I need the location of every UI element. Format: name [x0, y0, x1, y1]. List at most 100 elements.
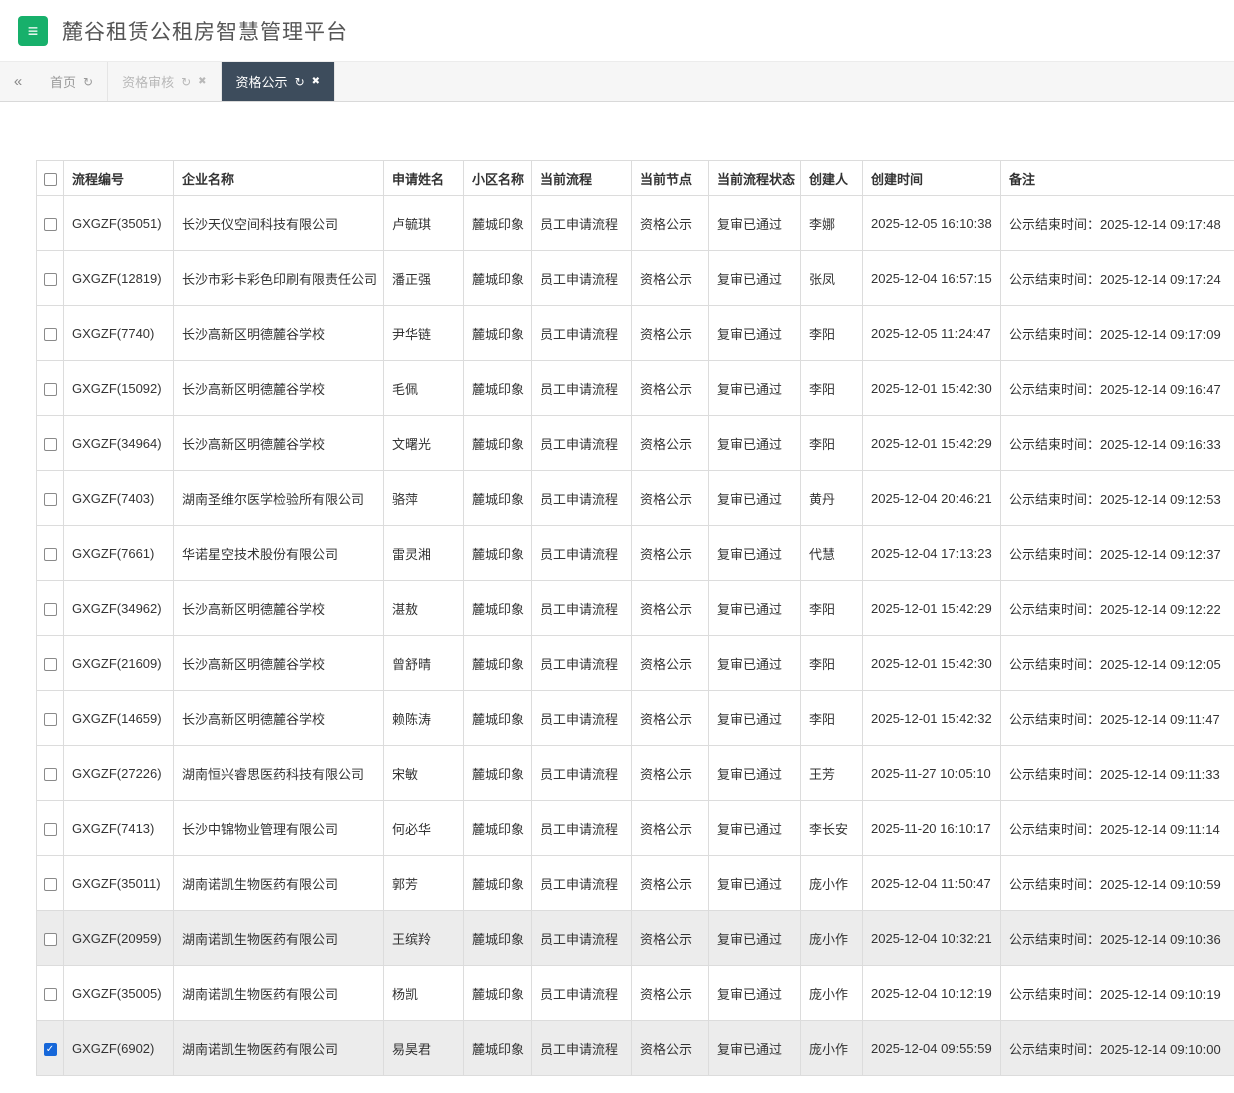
cell-node: 资格公示: [632, 196, 709, 251]
table-row[interactable]: GXGZF(34964)长沙高新区明德麓谷学校文曙光麓城印象员工申请流程资格公示…: [37, 416, 1234, 471]
table-row[interactable]: GXGZF(21609)长沙高新区明德麓谷学校曾舒晴麓城印象员工申请流程资格公示…: [37, 636, 1234, 691]
cell-created: 2025-12-01 15:42:30: [863, 636, 1001, 691]
cell-process: 员工申请流程: [532, 361, 632, 416]
table-row[interactable]: GXGZF(12819)长沙市彩卡彩色印刷有限责任公司潘正强麓城印象员工申请流程…: [37, 251, 1234, 306]
cell-node: 资格公示: [632, 691, 709, 746]
cell-created: 2025-12-04 09:55:59: [863, 1021, 1001, 1076]
table-row[interactable]: GXGZF(7740)长沙高新区明德麓谷学校尹华链麓城印象员工申请流程资格公示复…: [37, 306, 1234, 361]
row-checkbox[interactable]: [44, 438, 57, 451]
cell-creator: 庞小作: [801, 966, 863, 1021]
cell-applicant: 赖陈涛: [384, 691, 464, 746]
cell-remark: 公示结束时间：2025-12-14 09:11:14: [1001, 801, 1234, 856]
cell-community: 麓城印象: [464, 691, 532, 746]
cell-status: 复审已通过: [709, 196, 801, 251]
table-row[interactable]: GXGZF(7661)华诺星空技术股份有限公司雷灵湘麓城印象员工申请流程资格公示…: [37, 526, 1234, 581]
row-checkbox[interactable]: [44, 603, 57, 616]
cell-process: 员工申请流程: [532, 801, 632, 856]
close-tab-icon[interactable]: ✖: [312, 76, 320, 87]
row-checkbox-cell: [37, 416, 64, 471]
cell-node: 资格公示: [632, 911, 709, 966]
table-row[interactable]: ✓GXGZF(6902)湖南诺凯生物医药有限公司易昊君麓城印象员工申请流程资格公…: [37, 1021, 1234, 1076]
cell-company: 长沙市彩卡彩色印刷有限责任公司: [174, 251, 384, 306]
row-checkbox[interactable]: [44, 493, 57, 506]
column-header: 当前流程: [532, 161, 632, 196]
cell-code: GXGZF(35051): [64, 196, 174, 251]
cell-applicant: 尹华链: [384, 306, 464, 361]
table-row[interactable]: GXGZF(34962)长沙高新区明德麓谷学校湛敖麓城印象员工申请流程资格公示复…: [37, 581, 1234, 636]
cell-remark: 公示结束时间：2025-12-14 09:10:00: [1001, 1021, 1234, 1076]
row-checkbox[interactable]: [44, 713, 57, 726]
cell-applicant: 毛佩: [384, 361, 464, 416]
row-checkbox[interactable]: [44, 273, 57, 286]
table-row[interactable]: GXGZF(7403)湖南圣维尔医学检验所有限公司骆萍麓城印象员工申请流程资格公…: [37, 471, 1234, 526]
cell-remark: 公示结束时间：2025-12-14 09:12:22: [1001, 581, 1234, 636]
cell-remark: 公示结束时间：2025-12-14 09:12:37: [1001, 526, 1234, 581]
table-row[interactable]: GXGZF(7413)长沙中锦物业管理有限公司何必华麓城印象员工申请流程资格公示…: [37, 801, 1234, 856]
cell-status: 复审已通过: [709, 581, 801, 636]
cell-created: 2025-12-04 16:57:15: [863, 251, 1001, 306]
cell-process: 员工申请流程: [532, 746, 632, 801]
cell-created: 2025-12-05 11:24:47: [863, 306, 1001, 361]
row-checkbox[interactable]: [44, 328, 57, 341]
select-all-header-cell: [37, 161, 64, 196]
cell-code: GXGZF(27226): [64, 746, 174, 801]
table-row[interactable]: GXGZF(35051)长沙天仪空间科技有限公司卢毓琪麓城印象员工申请流程资格公…: [37, 196, 1234, 251]
table-row[interactable]: GXGZF(35005)湖南诺凯生物医药有限公司杨凯麓城印象员工申请流程资格公示…: [37, 966, 1234, 1021]
row-checkbox[interactable]: [44, 878, 57, 891]
tab-label: 资格公示: [236, 72, 288, 91]
table-row[interactable]: GXGZF(27226)湖南恒兴睿思医药科技有限公司宋敏麓城印象员工申请流程资格…: [37, 746, 1234, 801]
cell-community: 麓城印象: [464, 966, 532, 1021]
row-checkbox-cell: [37, 966, 64, 1021]
refresh-icon[interactable]: ↻: [181, 75, 191, 89]
table-row[interactable]: GXGZF(35011)湖南诺凯生物医药有限公司郭芳麓城印象员工申请流程资格公示…: [37, 856, 1234, 911]
menu-button[interactable]: ≡: [18, 16, 48, 46]
row-checkbox[interactable]: [44, 988, 57, 1001]
row-checkbox[interactable]: [44, 933, 57, 946]
cell-created: 2025-12-01 15:42:29: [863, 416, 1001, 471]
column-header: 创建时间: [863, 161, 1001, 196]
cell-code: GXGZF(35011): [64, 856, 174, 911]
row-checkbox[interactable]: [44, 768, 57, 781]
cell-created: 2025-12-04 11:50:47: [863, 856, 1001, 911]
cell-community: 麓城印象: [464, 526, 532, 581]
table-row[interactable]: GXGZF(14659)长沙高新区明德麓谷学校赖陈涛麓城印象员工申请流程资格公示…: [37, 691, 1234, 746]
row-checkbox[interactable]: [44, 548, 57, 561]
cell-status: 复审已通过: [709, 361, 801, 416]
row-checkbox[interactable]: [44, 218, 57, 231]
cell-company: 长沙中锦物业管理有限公司: [174, 801, 384, 856]
cell-community: 麓城印象: [464, 911, 532, 966]
row-checkbox[interactable]: ✓: [44, 1043, 57, 1056]
cell-applicant: 湛敖: [384, 581, 464, 636]
cell-creator: 代慧: [801, 526, 863, 581]
row-checkbox-cell: [37, 691, 64, 746]
table-header-row: 流程编号企业名称申请姓名小区名称当前流程当前节点当前流程状态创建人创建时间备注: [37, 161, 1234, 196]
cell-process: 员工申请流程: [532, 251, 632, 306]
cell-community: 麓城印象: [464, 746, 532, 801]
row-checkbox[interactable]: [44, 658, 57, 671]
row-checkbox[interactable]: [44, 383, 57, 396]
cell-creator: 王芳: [801, 746, 863, 801]
table-row[interactable]: GXGZF(20959)湖南诺凯生物医药有限公司王缤羚麓城印象员工申请流程资格公…: [37, 911, 1234, 966]
cell-created: 2025-12-01 15:42:30: [863, 361, 1001, 416]
select-all-checkbox[interactable]: [44, 173, 57, 186]
cell-status: 复审已通过: [709, 416, 801, 471]
cell-creator: 庞小作: [801, 1021, 863, 1076]
collapse-tabs-button[interactable]: «: [0, 62, 36, 101]
close-tab-icon[interactable]: ✖: [198, 76, 206, 87]
cell-process: 员工申请流程: [532, 636, 632, 691]
table-row[interactable]: GXGZF(15092)长沙高新区明德麓谷学校毛佩麓城印象员工申请流程资格公示复…: [37, 361, 1234, 416]
refresh-icon[interactable]: ↻: [83, 75, 93, 89]
row-checkbox[interactable]: [44, 823, 57, 836]
cell-company: 华诺星空技术股份有限公司: [174, 526, 384, 581]
refresh-icon[interactable]: ↻: [295, 75, 305, 89]
column-header: 当前流程状态: [709, 161, 801, 196]
row-checkbox-cell: [37, 636, 64, 691]
tab-qualification-publicity[interactable]: 资格公示 ↻ ✖: [222, 62, 335, 101]
tab-qualification-review[interactable]: 资格审核↻✖: [108, 62, 221, 101]
cell-code: GXGZF(6902): [64, 1021, 174, 1076]
tab-home[interactable]: 首页↻: [36, 62, 108, 101]
cell-company: 长沙高新区明德麓谷学校: [174, 306, 384, 361]
cell-code: GXGZF(7740): [64, 306, 174, 361]
row-checkbox-cell: [37, 361, 64, 416]
cell-community: 麓城印象: [464, 581, 532, 636]
